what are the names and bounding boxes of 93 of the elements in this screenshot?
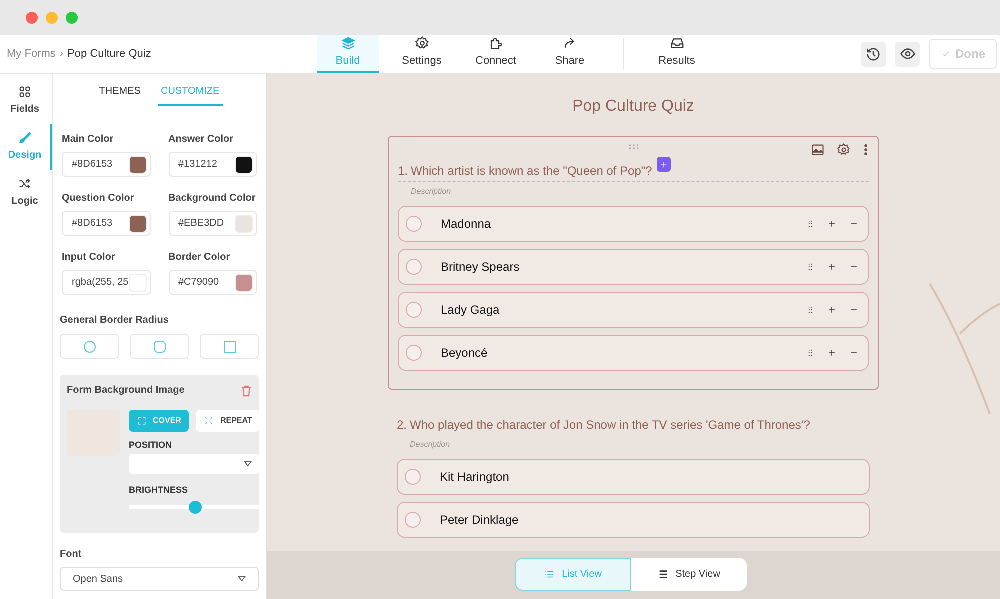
answer-option[interactable]: Kit Harington: [397, 459, 870, 495]
rounded-radius-icon: [154, 340, 166, 352]
grid-icon: [18, 85, 32, 99]
color-label: Main Color: [62, 133, 115, 147]
color-swatch[interactable]: [235, 156, 253, 174]
nav-tab[interactable]: Connect: [465, 35, 527, 73]
history-icon[interactable]: [861, 42, 886, 66]
nav-tab[interactable]: Settings: [391, 35, 453, 73]
font-dropdown[interactable]: Open Sans: [60, 567, 259, 591]
font-label: Font: [59, 548, 83, 562]
form-title: Pop Culture Quiz: [572, 97, 694, 117]
sidebar-item[interactable]: Logic: [0, 170, 52, 216]
brightness-label: BRIGHTNESS: [129, 484, 190, 496]
view-toggle-button[interactable]: Step View: [631, 558, 747, 590]
radius-option[interactable]: [200, 334, 259, 359]
add-icon: [827, 219, 837, 229]
mode-button[interactable]: REPEAT: [196, 410, 260, 432]
answer-option[interactable]: Madonna: [398, 206, 869, 242]
card-title: Form Background Image: [67, 384, 185, 398]
bars-icon: [658, 568, 669, 580]
add-icon: [827, 348, 837, 358]
drag-handle-icon: [806, 262, 815, 272]
nav-tab[interactable]: Results: [646, 35, 708, 73]
question-number: 2.: [397, 417, 408, 434]
breadcrumb-current: Pop Culture Quiz: [68, 46, 152, 62]
maximize-window-button[interactable]: [66, 12, 78, 24]
color-field[interactable]: #EBE3DD: [168, 211, 257, 236]
color-label: Background Color: [168, 192, 257, 206]
settings-icon: [837, 143, 851, 157]
radio-button[interactable]: [406, 216, 422, 232]
settings-icon: [414, 36, 430, 52]
compress-icon: [204, 416, 214, 426]
position-dropdown[interactable]: [129, 454, 260, 474]
color-field[interactable]: #8D6153: [62, 152, 150, 177]
radio-button[interactable]: [406, 259, 422, 275]
close-window-button[interactable]: [26, 12, 38, 24]
drag-handle-icon: [806, 219, 815, 229]
color-label: Question Color: [62, 192, 136, 206]
inbox-icon: [670, 36, 684, 52]
color-field[interactable]: #C79090: [168, 270, 257, 295]
trash-icon[interactable]: [241, 384, 252, 396]
add-icon: [827, 305, 837, 315]
color-swatch[interactable]: [235, 214, 253, 232]
minimize-window-button[interactable]: [46, 12, 58, 24]
add-icon: [827, 262, 837, 272]
puzzle-icon: [488, 36, 504, 52]
check-icon: [940, 49, 950, 59]
brush-icon: [18, 131, 32, 145]
expand-icon: [137, 416, 147, 426]
breadcrumb-link[interactable]: My Forms: [7, 46, 56, 62]
color-swatch[interactable]: [128, 156, 146, 174]
radius-option[interactable]: [130, 334, 189, 359]
answer-option[interactable]: Beyoncé: [398, 335, 869, 371]
answer-option[interactable]: Peter Dinklage: [397, 502, 870, 538]
nav-tab[interactable]: Share: [539, 35, 601, 73]
caret-icon: [244, 460, 252, 466]
position-label: POSITION: [129, 439, 174, 452]
color-label: Border Color: [168, 251, 232, 265]
color-label: Input Color: [62, 251, 116, 265]
shuffle-icon: [18, 177, 32, 191]
radio-button[interactable]: [406, 302, 422, 318]
question-text: Which artist is known as the "Queen of Pop"?: [411, 163, 652, 180]
square-radius-icon: [224, 340, 236, 352]
more-options-icon: [863, 143, 869, 157]
slider-thumb[interactable]: [188, 501, 202, 514]
answer-option[interactable]: Lady Gaga: [398, 292, 869, 328]
circle-radius-icon: [84, 340, 96, 352]
question-number: 1.: [398, 163, 408, 180]
brightness-slider[interactable]: [129, 501, 260, 513]
radio-button[interactable]: [405, 469, 421, 485]
image-icon: [811, 143, 825, 157]
drag-handle-icon: [806, 348, 815, 358]
radio-button[interactable]: [406, 345, 422, 361]
color-field[interactable]: #131212: [168, 152, 257, 177]
breadcrumb-separator: ›: [60, 46, 64, 62]
color-field[interactable]: #8D6153: [62, 211, 150, 236]
preview-eye-icon[interactable]: [895, 42, 920, 66]
drag-handle-icon: [628, 143, 640, 151]
layers-icon: [340, 36, 356, 52]
border-radius-label: General Border Radius: [59, 314, 170, 328]
question-text: Who played the character of Jon Snow in the TV series 'Game of Thrones'?: [410, 417, 810, 434]
color-swatch[interactable]: [128, 214, 146, 232]
radius-option[interactable]: [60, 334, 119, 359]
panel-tab[interactable]: THEMES: [96, 78, 144, 106]
color-label: Answer Color: [168, 133, 235, 147]
radio-button[interactable]: [405, 512, 421, 528]
color-swatch[interactable]: [235, 274, 253, 292]
caret-icon: [238, 576, 246, 582]
sidebar-item[interactable]: Fields: [0, 78, 52, 124]
drag-handle-icon: [806, 305, 815, 315]
list-icon: [544, 568, 556, 580]
color-field[interactable]: rgba(255, 25: [62, 270, 150, 295]
answer-option[interactable]: Britney Spears: [398, 249, 869, 285]
